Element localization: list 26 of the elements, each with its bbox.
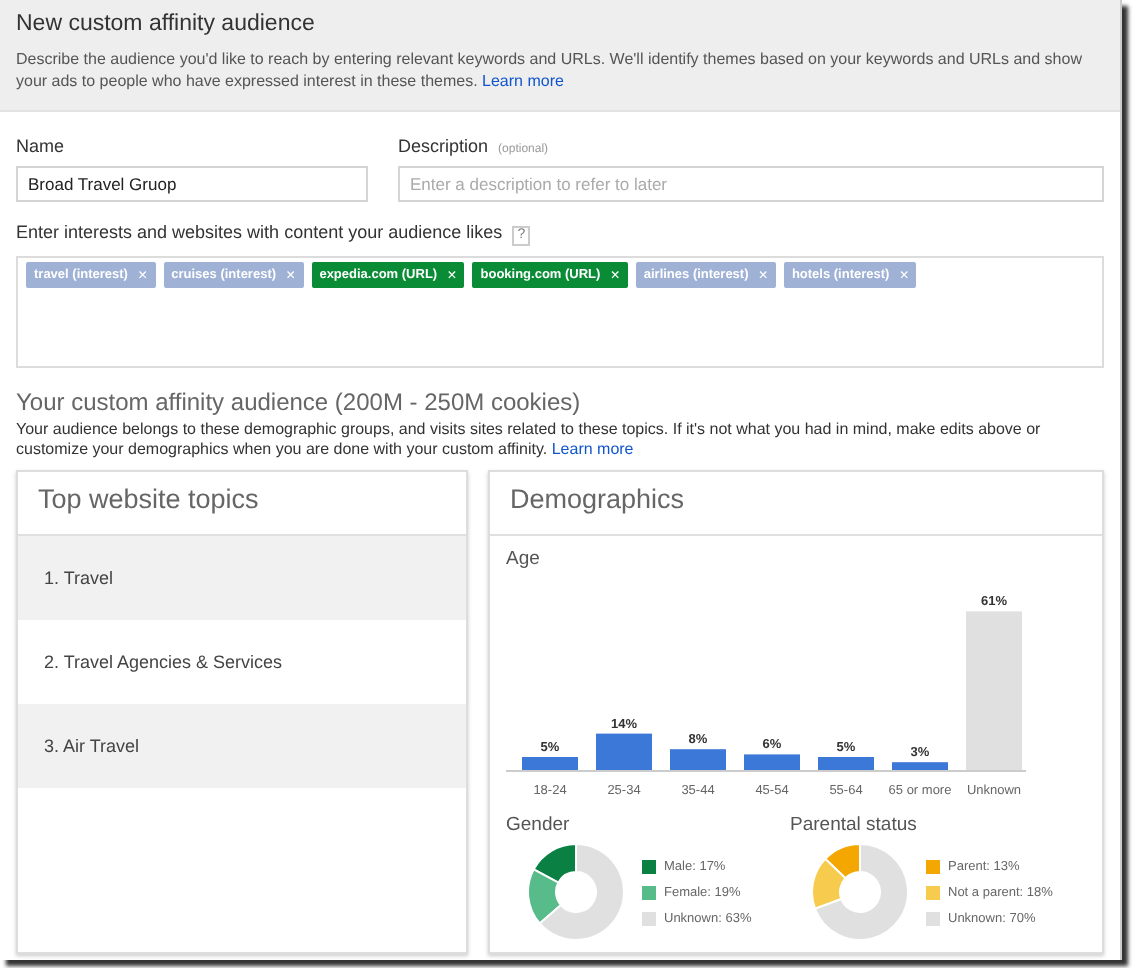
topic-row[interactable]: 2. Travel Agencies & Services: [18, 620, 466, 704]
field-label: Description: [398, 136, 489, 160]
field-label: Name: [16, 136, 67, 160]
chart-title: Age: [506, 548, 542, 570]
audience-description: Your audience belongs to these demographic groups, and visits sites related to these topics. If it's not what you had in mind, make edits above or customize your demographics when you are done with your custom affinity. Learn more: [16, 420, 1043, 460]
remove-tag-button[interactable]: ×: [447, 266, 457, 284]
field-label: Enter interests and websites with content your audience likes: [16, 222, 503, 246]
legend-swatch: [926, 885, 940, 899]
page-title: New custom affinity audience: [16, 12, 317, 36]
legend-swatch: [926, 859, 940, 873]
legend-swatch: [926, 911, 940, 925]
name-field[interactable]: Broad Travel Gruop: [16, 166, 368, 202]
description-field[interactable]: Enter a description to refer to later: [398, 166, 1104, 202]
legend-swatch: [642, 859, 656, 873]
chart-title: Gender: [506, 814, 572, 836]
card-title: Demographics: [490, 472, 1102, 536]
description-text: Describe the audience you'd like to reach by entering relevant keywords and URLs. We'll identify themes based on your keywords and URLs and show your ads to people who have expressed interest in these themes. Learn more: [16, 48, 1084, 92]
remove-tag-button[interactable]: ×: [610, 266, 620, 284]
legend-swatch: [642, 911, 656, 925]
topic-row[interactable]: 1. Travel: [18, 536, 466, 620]
topic-row[interactable]: 3. Air Travel: [18, 704, 466, 788]
chart-title: Parental status: [790, 814, 919, 836]
learn-more-link[interactable]: Learn more: [551, 440, 634, 458]
section-title: Your custom affinity audience (200M - 250M cookies): [16, 388, 583, 416]
legend-swatch: [642, 885, 656, 899]
learn-more-link[interactable]: Learn more: [482, 72, 564, 90]
